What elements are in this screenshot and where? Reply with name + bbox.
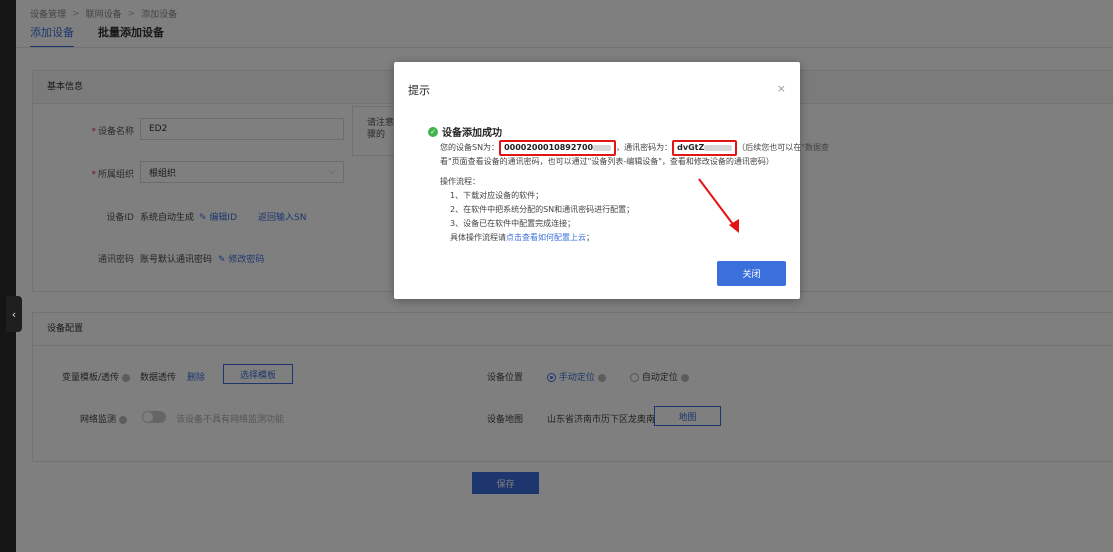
sn-value: 0000200010892700 xyxy=(499,140,617,156)
process-step-3: 3、设备已在软件中配置完成连接； xyxy=(450,219,576,228)
close-icon[interactable]: × xyxy=(777,82,786,95)
redacted-mark xyxy=(704,144,733,151)
close-dialog-button[interactable]: 关闭 xyxy=(717,261,786,286)
process-detail: 具体操作流程请点击查看如何配置上云； xyxy=(450,233,594,242)
process-step-2: 2、在软件中把系统分配的SN和通讯密码进行配置； xyxy=(450,205,635,214)
chevron-left-icon: ‹ xyxy=(11,307,17,321)
success-heading: ✓ 设备添加成功 xyxy=(428,124,502,139)
check-circle-icon: ✓ xyxy=(428,126,438,137)
success-title: 设备添加成功 xyxy=(442,128,502,139)
process-title: 操作流程： xyxy=(440,177,480,186)
password-value: dvGtZ xyxy=(672,140,738,156)
sn-line: 您的设备SN为： 0000200010892700 ，通讯密码为： dvGtZ （后续您… xyxy=(440,140,829,156)
dialog-title: 提示 xyxy=(408,84,430,97)
info-line: 看"页面查看设备的通讯密码，也可以通过"设备列表-编辑设备"，查看和修改设备的通… xyxy=(440,157,774,166)
redacted-mark xyxy=(593,144,612,151)
collapse-sidebar-handle[interactable]: ‹ xyxy=(6,296,22,332)
annotation-arrow xyxy=(698,178,739,233)
how-to-config-link[interactable]: 点击查看如何配置上云 xyxy=(506,233,586,242)
process-step-1: 1、下载对应设备的软件； xyxy=(450,191,544,200)
